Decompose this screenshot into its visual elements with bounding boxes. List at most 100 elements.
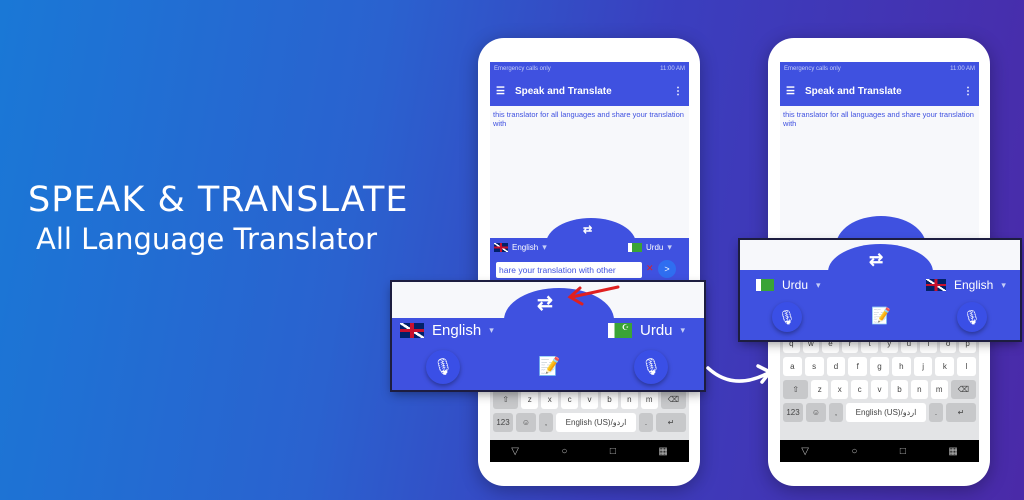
- home-icon[interactable]: ○: [561, 446, 567, 457]
- keyboard-row: ⇧ z x c v b n m ⌫: [780, 380, 979, 399]
- zoomed-language-panel-2: ⇄ Urdu ▾ English ▾ 🎙 📝 🎙: [740, 240, 1020, 340]
- send-button[interactable]: >: [658, 260, 676, 278]
- headline-subtitle: All Language Translator: [36, 222, 378, 256]
- recents-icon[interactable]: □: [610, 446, 616, 457]
- recents-icon[interactable]: □: [900, 446, 906, 457]
- key-j[interactable]: j: [913, 357, 933, 376]
- mic-button-source[interactable]: 🎙: [772, 302, 802, 332]
- key-x[interactable]: x: [541, 390, 559, 409]
- key-b[interactable]: b: [890, 380, 908, 399]
- app-title: Speak and Translate: [804, 85, 902, 97]
- mic-icon: 🎙: [432, 359, 454, 376]
- key-d[interactable]: d: [826, 357, 846, 376]
- pakistan-flag-icon: [756, 279, 774, 291]
- emoji-key[interactable]: ☺: [516, 413, 536, 432]
- period-key[interactable]: .: [639, 413, 653, 432]
- nav-bar: ▽ ○ □ ▦: [490, 440, 689, 462]
- back-icon[interactable]: ▽: [801, 446, 809, 457]
- period-key[interactable]: .: [929, 403, 943, 422]
- app-bar: ☰ Speak and Translate ⋮: [780, 76, 979, 106]
- key-v[interactable]: v: [581, 390, 598, 409]
- source-lang-select[interactable]: English ▾: [400, 322, 494, 339]
- key-m[interactable]: m: [930, 380, 948, 399]
- notes-edit-icon[interactable]: 📝: [538, 356, 560, 377]
- key-b[interactable]: b: [600, 390, 618, 409]
- headline-title: SPEAK & TRANSLATE: [28, 180, 409, 220]
- swap-icon[interactable]: ⇄: [869, 250, 883, 270]
- chevron-down-icon: ▾: [542, 242, 547, 252]
- key-n[interactable]: n: [910, 380, 928, 399]
- zoomed-language-panel-1: ⇄ English ▾ ☪ Urdu ▾ 🎙 📝 🎙: [392, 282, 704, 390]
- comma-key[interactable]: ,: [539, 413, 553, 432]
- chevron-down-icon: ▾: [667, 242, 672, 252]
- target-lang-select[interactable]: Urdu ▾: [628, 242, 672, 253]
- key-l[interactable]: l: [957, 357, 977, 376]
- backspace-key[interactable]: ⌫: [950, 380, 977, 399]
- notes-edit-icon[interactable]: 📝: [871, 306, 891, 326]
- menu-icon[interactable]: ☰: [786, 86, 795, 97]
- mic-button-target[interactable]: 🎙: [957, 302, 987, 332]
- backspace-key[interactable]: ⌫: [660, 390, 687, 409]
- translation-text: this translator for all languages and sh…: [493, 110, 684, 129]
- key-s[interactable]: s: [804, 357, 824, 376]
- mic-button-source[interactable]: 🎙: [426, 350, 460, 384]
- chevron-down-icon: ▾: [816, 279, 821, 290]
- key-h[interactable]: h: [891, 357, 911, 376]
- enter-key[interactable]: ↵: [656, 413, 686, 432]
- shift-key[interactable]: ⇧: [783, 380, 809, 399]
- menu-icon[interactable]: ☰: [496, 86, 505, 97]
- key-c[interactable]: c: [851, 380, 869, 399]
- keyboard-icon[interactable]: ▦: [658, 446, 667, 457]
- key-v[interactable]: v: [871, 380, 888, 399]
- space-key[interactable]: English (US)/اردو: [846, 403, 926, 422]
- mic-button-target[interactable]: 🎙: [634, 350, 668, 384]
- home-icon[interactable]: ○: [851, 446, 857, 457]
- key-g[interactable]: g: [870, 357, 889, 376]
- status-time: 11:00 AM: [660, 66, 685, 72]
- key-x[interactable]: x: [831, 380, 849, 399]
- space-key[interactable]: English (US)/اردو: [556, 413, 636, 432]
- num-key[interactable]: 123: [493, 413, 513, 432]
- key-f[interactable]: f: [848, 357, 868, 376]
- uk-flag-icon: [494, 243, 508, 252]
- phone-screen-1: Emergency calls only 11:00 AM ☰ Speak and …: [490, 62, 689, 462]
- key-k[interactable]: k: [935, 357, 955, 376]
- status-text: Emergency calls only: [784, 66, 841, 72]
- swap-icon[interactable]: ⇄: [537, 292, 553, 315]
- target-lang-label: Urdu: [640, 322, 673, 339]
- key-z[interactable]: z: [521, 390, 539, 409]
- swap-icon[interactable]: ⇄: [583, 223, 592, 236]
- headline: SPEAK & TRANSLATE All Language Translato…: [28, 180, 409, 256]
- text-input[interactable]: hare your translation with other: [496, 262, 642, 278]
- key-z[interactable]: z: [811, 380, 829, 399]
- app-title: Speak and Translate: [514, 85, 612, 97]
- shift-key[interactable]: ⇧: [493, 390, 519, 409]
- mic-icon: 🎙: [778, 308, 796, 325]
- comma-key[interactable]: ,: [829, 403, 843, 422]
- more-vert-icon[interactable]: ⋮: [673, 86, 683, 97]
- enter-key[interactable]: ↵: [946, 403, 976, 422]
- pakistan-flag-icon: ☪: [608, 323, 632, 338]
- back-icon[interactable]: ▽: [511, 446, 519, 457]
- emoji-key[interactable]: ☺: [806, 403, 826, 422]
- key-a[interactable]: a: [783, 357, 802, 376]
- pakistan-flag-icon: [628, 243, 642, 252]
- key-c[interactable]: c: [561, 390, 579, 409]
- mic-icon: 🎙: [963, 308, 981, 325]
- keyboard: ⇧ z x c v b n m ⌫ 123 ☺, English (US)/اردو. ↵: [490, 386, 689, 442]
- uk-flag-icon: [926, 279, 946, 291]
- clear-icon[interactable]: ✕: [646, 263, 654, 274]
- source-lang-label: Urdu: [782, 278, 809, 292]
- more-vert-icon[interactable]: ⋮: [963, 86, 973, 97]
- source-lang-select[interactable]: English ▾: [494, 242, 547, 253]
- keyboard-row: 123 ☺, English (US)/اردو. ↵: [490, 413, 689, 432]
- target-lang-select[interactable]: ☪ Urdu ▾: [608, 322, 685, 339]
- keyboard-icon[interactable]: ▦: [948, 446, 957, 457]
- target-lang-select[interactable]: English ▾: [926, 278, 1006, 292]
- source-lang-select[interactable]: Urdu ▾: [756, 278, 821, 292]
- status-text: Emergency calls only: [494, 66, 551, 72]
- mic-icon: 🎙: [640, 359, 662, 376]
- num-key[interactable]: 123: [783, 403, 803, 422]
- key-n[interactable]: n: [620, 390, 638, 409]
- key-m[interactable]: m: [640, 390, 658, 409]
